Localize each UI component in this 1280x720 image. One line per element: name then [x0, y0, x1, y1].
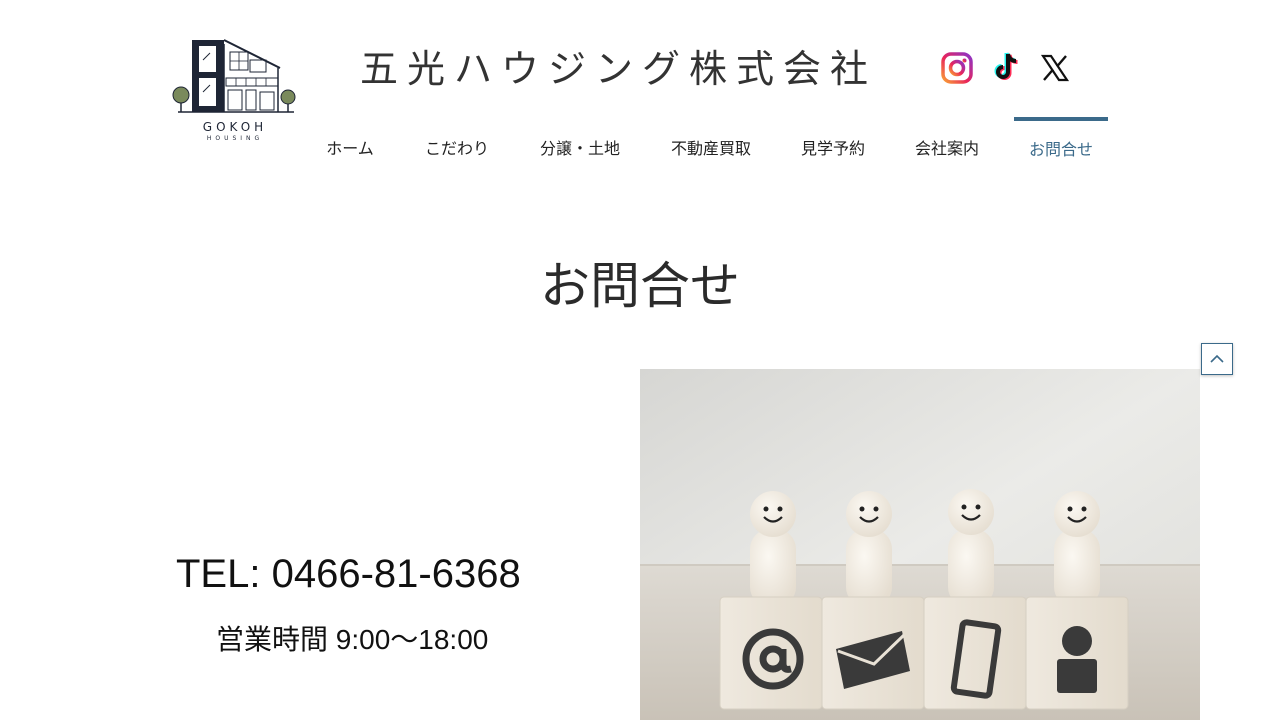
instagram-icon — [941, 52, 973, 84]
figure-1 — [750, 491, 796, 607]
contact-hero-image — [640, 369, 1200, 720]
phone-number[interactable]: TEL: 0466-81-6368 — [176, 552, 521, 597]
figure-2 — [846, 491, 892, 607]
figure-3 — [948, 489, 994, 607]
site-logo[interactable]: GOKOH HOUSING — [170, 30, 300, 148]
tiktok-link[interactable] — [990, 50, 1024, 86]
nav-item-contact[interactable]: お問合せ — [1014, 117, 1108, 165]
x-icon — [1040, 54, 1070, 82]
logo-subtitle: HOUSING — [206, 135, 264, 142]
house-logo-icon — [172, 39, 296, 113]
nav-item-home[interactable]: ホーム — [326, 117, 374, 165]
nav-item-tour-booking[interactable]: 見学予約 — [800, 117, 866, 165]
tiktok-icon — [994, 52, 1018, 80]
chevron-up-icon — [1210, 354, 1224, 363]
page-title: お問合せ — [540, 257, 740, 315]
x-link[interactable] — [1038, 50, 1072, 86]
nav-item-company[interactable]: 会社案内 — [914, 117, 980, 165]
logo-wordmark: GOKOH — [202, 120, 268, 134]
person-icon — [1057, 626, 1097, 693]
figure-4 — [1054, 491, 1100, 607]
nav-item-real-estate-purchase[interactable]: 不動産買取 — [670, 117, 752, 165]
instagram-link[interactable] — [940, 50, 974, 86]
nav-item-land-sales[interactable]: 分譲・土地 — [540, 117, 620, 165]
business-hours: 営業時間 9:00～18:00 — [216, 624, 489, 655]
company-name: 五光ハウジング株式会社 — [360, 47, 878, 91]
scroll-to-top-button[interactable] — [1201, 343, 1233, 375]
nav-item-kodawari[interactable]: こだわり — [424, 117, 490, 165]
